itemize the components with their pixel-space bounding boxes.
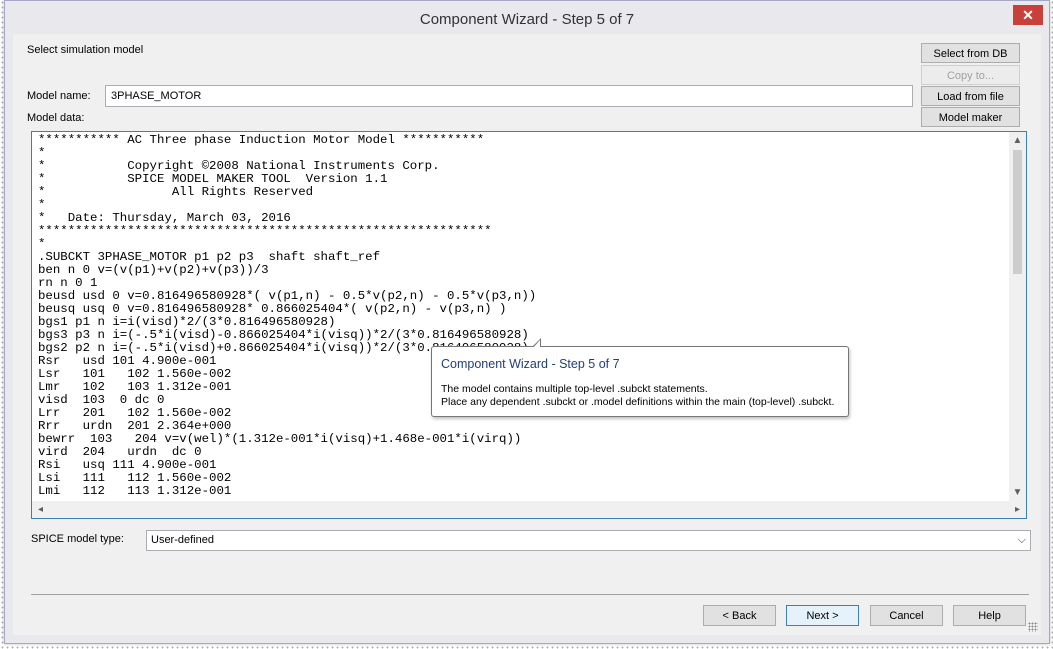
model-data-line: * All Rights Reserved bbox=[38, 185, 314, 199]
scroll-down-icon[interactable]: ▼ bbox=[1009, 484, 1026, 501]
model-data-line: * SPICE MODEL MAKER TOOL Version 1.1 bbox=[38, 172, 388, 186]
model-data-line: Lsi 111 112 1.560e-002 bbox=[38, 471, 232, 485]
model-data-line: * Copyright ©2008 National Instruments C… bbox=[38, 159, 440, 173]
model-data-line: ben n 0 v=(v(p1)+v(p2)+v(p3))/3 bbox=[38, 263, 269, 277]
model-data-textarea[interactable]: *********** AC Three phase Induction Mot… bbox=[31, 131, 1027, 519]
model-name-input[interactable]: 3PHASE_MOTOR bbox=[105, 85, 913, 107]
model-data-line: Rsi usq 111 4.900e-001 bbox=[38, 458, 217, 472]
model-data-line: bgs1 p1 n i=i(visd)*2/(3*0.816496580928) bbox=[38, 315, 336, 329]
model-data-label: Model data: bbox=[27, 112, 85, 124]
copy-to-button[interactable]: Copy to... bbox=[921, 65, 1020, 85]
model-maker-button[interactable]: Model maker bbox=[921, 107, 1020, 127]
model-data-line: bewrr 103 204 v=v(wel)*(1.312e-001*i(vis… bbox=[38, 432, 522, 446]
scroll-thumb[interactable] bbox=[1013, 150, 1022, 274]
spice-model-type-value: User-defined bbox=[151, 534, 214, 546]
tooltip-line-2: Place any dependent .subckt or .model de… bbox=[441, 396, 835, 408]
window-title: Component Wizard - Step 5 of 7 bbox=[419, 11, 635, 28]
model-data-line: * bbox=[38, 146, 46, 160]
model-data-line: Lmi 112 113 1.312e-001 bbox=[38, 484, 232, 498]
help-button[interactable]: Help bbox=[953, 605, 1026, 626]
select-from-db-button[interactable]: Select from DB bbox=[921, 43, 1020, 63]
model-data-line: rn n 0 1 bbox=[38, 276, 98, 290]
model-data-line: vird 204 urdn dc 0 bbox=[38, 445, 202, 459]
load-from-file-button[interactable]: Load from file bbox=[921, 86, 1020, 106]
resize-grip-icon[interactable] bbox=[1028, 622, 1038, 632]
section-label: Select simulation model bbox=[27, 44, 144, 56]
model-data-line: * bbox=[38, 237, 46, 251]
model-data-line: * Date: Thursday, March 03, 2016 bbox=[38, 211, 291, 225]
chevron-down-icon: ⌵ bbox=[1017, 534, 1026, 546]
model-data-line: ****************************************… bbox=[38, 224, 492, 238]
model-data-line: visd 103 0 dc 0 bbox=[38, 393, 165, 407]
vertical-scrollbar[interactable]: ▲ ▼ bbox=[1009, 132, 1026, 501]
model-data-line: beusq usq 0 v=0.816496580928* 0.86602540… bbox=[38, 302, 507, 316]
model-data-line: Lrr 201 102 1.560e-002 bbox=[38, 406, 232, 420]
tooltip-line-1: The model contains multiple top-level .s… bbox=[441, 383, 708, 395]
spice-model-type-select[interactable]: User-defined ⌵ bbox=[146, 530, 1031, 551]
component-wizard-dialog: Component Wizard - Step 5 of 7 ✕ Select … bbox=[4, 0, 1050, 644]
warning-tooltip: Component Wizard - Step 5 of 7 The model… bbox=[431, 338, 849, 417]
model-data-line: beusd usd 0 v=0.816496580928*( v(p1,n) -… bbox=[38, 289, 537, 303]
cancel-button[interactable]: Cancel bbox=[870, 605, 943, 626]
model-data-line: *********** AC Three phase Induction Mot… bbox=[38, 133, 485, 147]
model-data-text: *********** AC Three phase Induction Mot… bbox=[38, 134, 536, 498]
scroll-right-icon[interactable]: ▸ bbox=[1009, 501, 1026, 518]
tooltip-pointer-inner bbox=[533, 340, 540, 348]
spice-model-type-label: SPICE model type: bbox=[31, 533, 124, 545]
footer-divider bbox=[31, 594, 1029, 595]
model-data-line: .SUBCKT 3PHASE_MOTOR p1 p2 p3 shaft shaf… bbox=[38, 250, 381, 264]
dialog-body: Select simulation model Select from DB C… bbox=[13, 34, 1041, 635]
model-data-line: bgs3 p3 n i=(-.5*i(visd)-0.866025404*i(v… bbox=[38, 328, 529, 342]
horizontal-scrollbar[interactable]: ◂ ▸ bbox=[32, 501, 1026, 518]
model-data-line: Rrr urdn 201 2.364e+000 bbox=[38, 419, 232, 433]
scroll-up-icon[interactable]: ▲ bbox=[1009, 132, 1026, 149]
scroll-left-icon[interactable]: ◂ bbox=[32, 501, 49, 518]
model-name-label: Model name: bbox=[27, 90, 91, 102]
model-data-line: Rsr usd 101 4.900e-001 bbox=[38, 354, 217, 368]
close-button[interactable]: ✕ bbox=[1013, 5, 1043, 25]
model-data-line: Lsr 101 102 1.560e-002 bbox=[38, 367, 232, 381]
tooltip-title: Component Wizard - Step 5 of 7 bbox=[441, 357, 620, 371]
model-data-line: Lmr 102 103 1.312e-001 bbox=[38, 380, 232, 394]
back-button[interactable]: < Back bbox=[703, 605, 776, 626]
title-bar[interactable]: Component Wizard - Step 5 of 7 ✕ bbox=[5, 1, 1049, 34]
model-data-line: * bbox=[38, 198, 46, 212]
next-button[interactable]: Next > bbox=[786, 605, 859, 626]
